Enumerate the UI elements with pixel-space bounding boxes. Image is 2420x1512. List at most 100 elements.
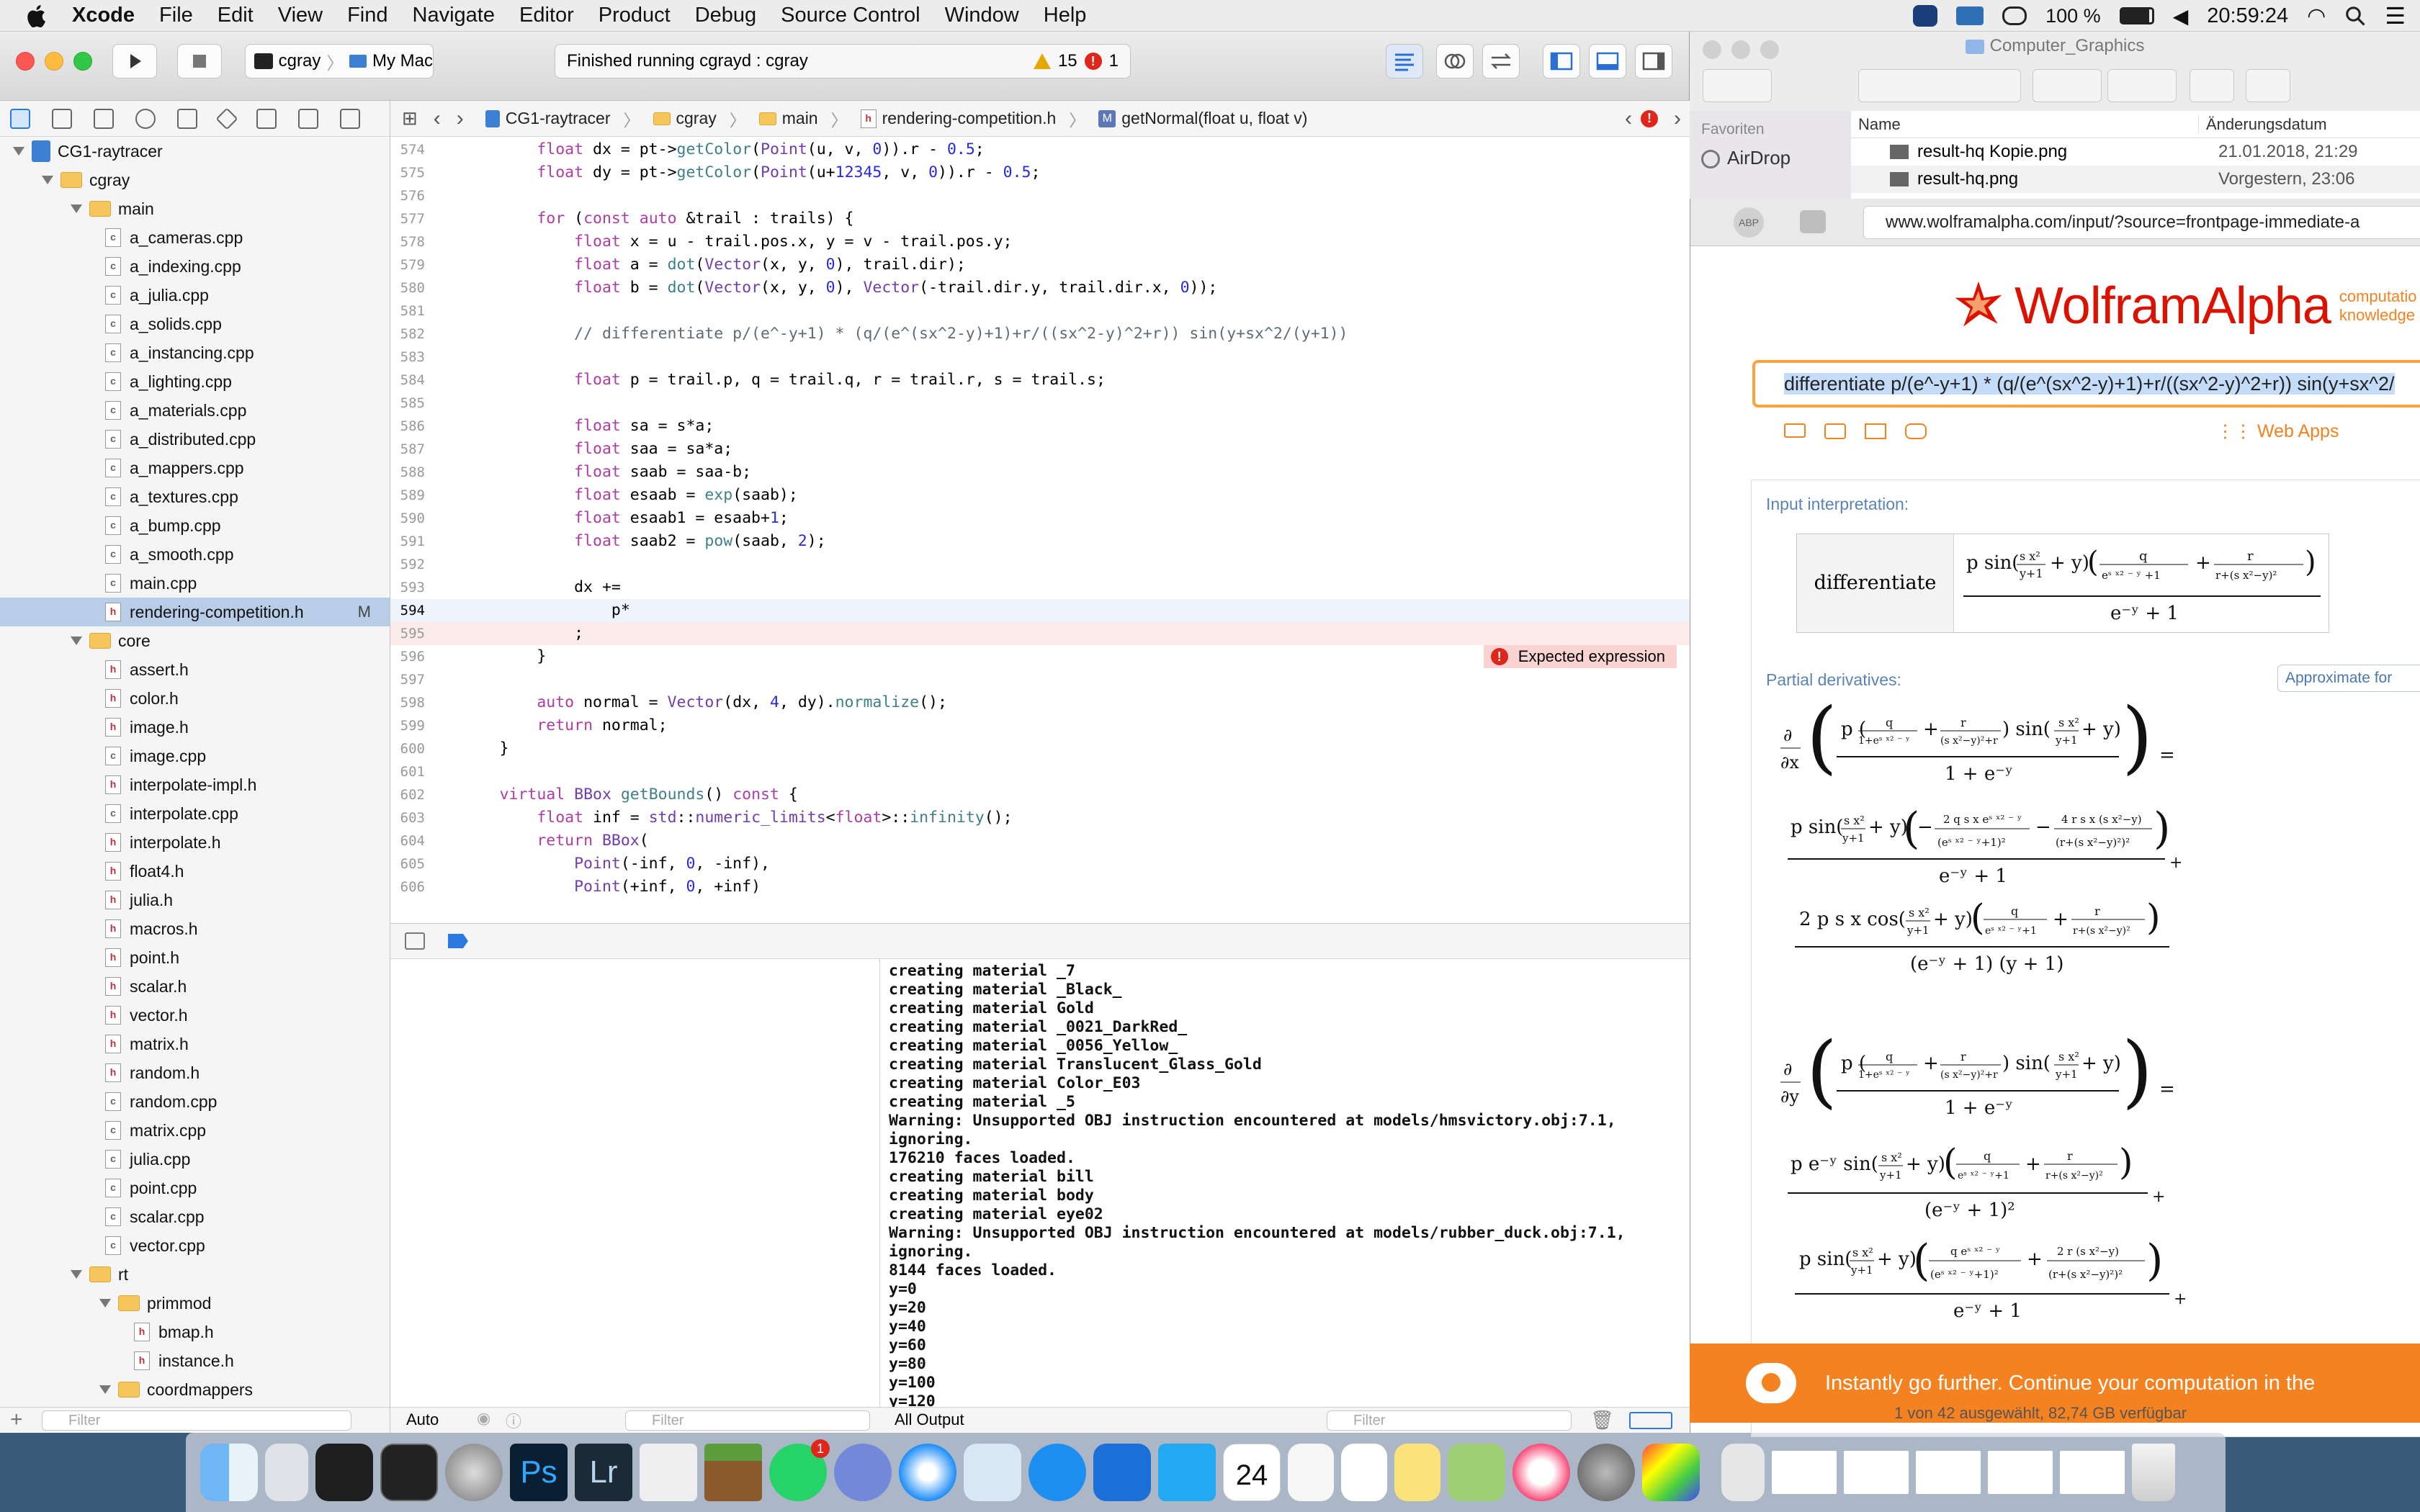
finder-dock-icon[interactable] — [200, 1444, 258, 1501]
navigator-item[interactable]: h julia.h — [0, 886, 390, 914]
code-line[interactable]: 603 float inf = std::numeric_limits<floa… — [390, 806, 1690, 829]
photoshop-dock-icon[interactable]: Ps — [510, 1444, 568, 1501]
toggle-debug-area-button[interactable] — [1589, 44, 1626, 78]
docker-icon[interactable] — [1956, 6, 1984, 25]
navigator-item[interactable]: c a_instancing.cpp — [0, 338, 390, 367]
navigator-item[interactable]: c a_cameras.cpp — [0, 223, 390, 252]
assistant-editor-button[interactable] — [1436, 44, 1474, 78]
navigator-item[interactable]: cgray — [0, 166, 390, 194]
code-line[interactable]: 595 ;! Expected expression — [390, 622, 1690, 668]
disk-utility-dock-icon[interactable] — [445, 1444, 503, 1501]
navigator-item[interactable]: c matrix.cpp — [0, 1116, 390, 1145]
stop-button[interactable] — [177, 44, 222, 78]
error-icon[interactable]: ! — [1084, 53, 1102, 70]
code-line[interactable]: 592 — [390, 553, 1690, 576]
xcode-dock-icon[interactable] — [1093, 1444, 1151, 1501]
camera-icon[interactable] — [1824, 423, 1846, 439]
report-navigator-icon[interactable] — [340, 108, 360, 129]
navigator-item[interactable]: c a_solids.cpp — [0, 310, 390, 338]
navigator-item[interactable]: h random.h — [0, 1058, 390, 1087]
wolframalpha-logo[interactable]: WolframAlpha computatio knowledge — [1951, 276, 2416, 336]
app-store-dock-icon[interactable] — [1028, 1444, 1086, 1501]
code-line[interactable]: 597 — [390, 668, 1690, 691]
minimize-window-button[interactable] — [45, 52, 63, 71]
navigator-item[interactable]: h macros.h — [0, 914, 390, 943]
navigator-item[interactable]: c a_materials.cpp — [0, 396, 390, 425]
window-thumbnail-1[interactable] — [1772, 1451, 1837, 1494]
error-count[interactable]: 1 — [1109, 51, 1119, 71]
finder-view-buttons[interactable] — [1858, 69, 2021, 102]
documents-stack-dock-icon[interactable] — [1721, 1444, 1765, 1501]
column-header-date[interactable]: Änderungsdatum — [2198, 114, 2327, 134]
menu-window[interactable]: Window — [945, 4, 1019, 27]
itunes-dock-icon[interactable] — [1512, 1444, 1570, 1501]
menu-product[interactable]: Product — [599, 4, 671, 27]
vscode-dock-icon[interactable] — [1158, 1444, 1216, 1501]
navigator-item[interactable]: c julia.cpp — [0, 1145, 390, 1174]
split-view-icon[interactable] — [1629, 1412, 1672, 1429]
grapher-dock-icon[interactable] — [1642, 1444, 1700, 1501]
code-line[interactable]: 574 float dx = pt->getColor(Point(u, v, … — [390, 138, 1690, 161]
menu-source-control[interactable]: Source Control — [781, 4, 920, 27]
standard-editor-button[interactable] — [1386, 44, 1423, 78]
random-dice-icon[interactable] — [1905, 423, 1927, 439]
variables-scope-select[interactable]: Auto — [406, 1410, 439, 1429]
warning-count[interactable]: 15 — [1058, 51, 1077, 71]
menu-navigate[interactable]: Navigate — [413, 4, 495, 27]
navigator-item[interactable]: c a_julia.cpp — [0, 281, 390, 310]
back-chevron-icon[interactable]: ‹ — [434, 107, 441, 131]
issue-error-icon[interactable]: ! — [1641, 109, 1658, 127]
notes-dock-icon[interactable] — [1394, 1444, 1440, 1501]
apple-icon[interactable] — [24, 3, 50, 29]
navigator-item[interactable]: c a_distributed.cpp — [0, 425, 390, 454]
navigator-item[interactable]: c a_bump.cpp — [0, 511, 390, 540]
finder-back-button[interactable] — [1703, 69, 1772, 102]
warning-icon[interactable] — [1033, 53, 1051, 69]
code-line[interactable]: 584 float p = trail.p, q = trail.q, r = … — [390, 369, 1690, 392]
whatsapp-dock-icon[interactable]: 1 — [769, 1439, 830, 1501]
add-file-icon[interactable]: + — [10, 1408, 23, 1432]
breakpoint-navigator-icon[interactable] — [298, 108, 318, 129]
menu-app-xcode[interactable]: Xcode — [72, 4, 135, 27]
code-line[interactable]: 601 — [390, 760, 1690, 783]
reminders-dock-icon[interactable] — [1341, 1444, 1387, 1501]
disclosure-triangle-icon[interactable] — [42, 176, 53, 184]
navigator-item[interactable]: h point.h — [0, 943, 390, 972]
related-items-grid-icon[interactable]: ⊞ — [402, 107, 418, 130]
console-output-select[interactable]: All Output — [895, 1410, 964, 1429]
code-line[interactable]: 600 } — [390, 737, 1690, 760]
spotlight-search-icon[interactable] — [2344, 5, 2366, 27]
finder-zoom-button[interactable] — [1760, 40, 1779, 59]
finder-arrange-button[interactable] — [2033, 69, 2102, 102]
navigator-item[interactable]: rt — [0, 1260, 390, 1289]
info-icon[interactable]: ⓘ — [506, 1409, 521, 1432]
previous-issue-chevron-icon[interactable]: ‹ — [1625, 107, 1632, 131]
address-bar[interactable]: www.wolframalpha.com/input/?source=front… — [1863, 206, 2420, 239]
lightroom-dock-icon[interactable]: Lr — [575, 1444, 632, 1501]
run-button[interactable] — [112, 44, 157, 78]
navigator-item[interactable]: h vector.h — [0, 1001, 390, 1030]
file-row[interactable]: result-hq.png Vorgestern, 23:06 — [1851, 166, 2420, 193]
navigator-item[interactable]: c image.cpp — [0, 742, 390, 770]
window-thumbnail-4[interactable] — [1988, 1451, 2053, 1494]
pencil-app-dock-icon[interactable] — [640, 1444, 697, 1501]
navigator-item[interactable]: primmod — [0, 1289, 390, 1318]
navigator-item[interactable]: h matrix.h — [0, 1030, 390, 1058]
breadcrumb-group-cgray[interactable]: cgray 〉 — [653, 107, 746, 131]
code-line[interactable]: 578 float x = u - trail.pos.x, y = v - t… — [390, 230, 1690, 253]
trash-dock-icon[interactable] — [2132, 1444, 2175, 1501]
source-control-navigator-icon[interactable] — [52, 108, 72, 129]
issue-navigator-warning-icon[interactable] — [177, 108, 197, 129]
file-row[interactable]: result-hq Kopie.png 21.01.2018, 21:29 — [1851, 138, 2420, 166]
code-line[interactable]: 582 // differentiate p/(e^-y+1) * (q/(e^… — [390, 323, 1690, 346]
sidebar-item-airdrop[interactable]: AirDrop — [1701, 147, 1839, 169]
finder-share-icon[interactable] — [2190, 69, 2234, 102]
status-app-icon[interactable] — [1913, 5, 1938, 27]
examples-table-icon[interactable] — [1865, 423, 1886, 439]
navigator-item[interactable]: c main.cpp — [0, 569, 390, 598]
code-line[interactable]: 591 float saab2 = pow(saab, 2); — [390, 530, 1690, 553]
console-output[interactable]: creating material _7 creating material _B… — [880, 959, 1690, 1407]
navigator-item[interactable]: c a_indexing.cpp — [0, 252, 390, 281]
disclosure-triangle-icon[interactable] — [71, 204, 82, 213]
textedit-dock-icon[interactable] — [1288, 1444, 1334, 1501]
